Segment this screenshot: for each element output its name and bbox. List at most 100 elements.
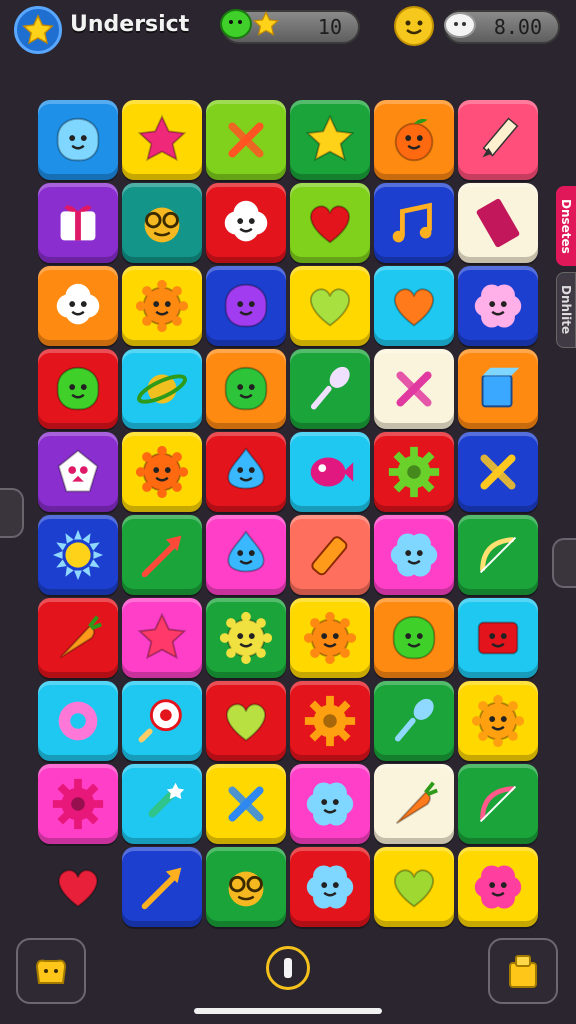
chocolate-bar-icon [476,198,520,248]
board-tile[interactable] [458,847,538,927]
board-tile[interactable] [374,515,454,595]
board-tile[interactable] [206,764,286,844]
board-tile[interactable] [458,100,538,180]
board-tile[interactable] [290,764,370,844]
gift-box-icon [60,205,96,241]
board-tile[interactable] [38,266,118,346]
bow-icon [479,536,517,574]
board-tile[interactable] [290,681,370,761]
board-tile[interactable] [374,598,454,678]
flower-face-icon [474,284,522,328]
board-tile[interactable] [122,764,202,844]
board-tile[interactable] [458,349,538,429]
board-tile[interactable] [290,598,370,678]
board-tile[interactable] [38,432,118,512]
board-tile[interactable] [458,515,538,595]
cloud-face-icon [224,200,268,242]
board-tile[interactable] [458,266,538,346]
bow-icon [479,785,517,823]
crossed-tools-icon [396,371,432,407]
sun-face-icon [135,445,189,499]
board-tile[interactable] [290,349,370,429]
board-tile[interactable] [290,515,370,595]
board-tile[interactable] [38,598,118,678]
level-star-badge[interactable] [14,6,62,54]
right-edge-button[interactable] [552,538,576,588]
star-icon [305,114,355,162]
board-tile[interactable] [122,515,202,595]
board-tile[interactable] [206,847,286,927]
board-tile[interactable] [38,100,118,180]
board-tile[interactable] [122,266,202,346]
board-tile[interactable] [458,432,538,512]
sun-face-icon [135,279,189,333]
lollipop-icon [138,699,182,743]
cube-icon [481,367,520,408]
gem-face-icon [57,449,99,493]
board-tile[interactable] [38,847,118,927]
drop-face-icon [227,447,265,490]
gear-icon [388,446,440,498]
board-tile[interactable] [206,349,286,429]
spoon-icon [394,698,434,742]
board-tile[interactable] [122,183,202,263]
board-tile[interactable] [458,681,538,761]
side-tab-details[interactable]: Dnhlite [556,272,576,348]
board-tile[interactable] [458,598,538,678]
board-tile[interactable] [206,432,286,512]
board-tile[interactable] [290,847,370,927]
board-tile[interactable] [38,183,118,263]
board-tile[interactable] [122,847,202,927]
blob-face-icon [56,117,100,162]
board-tile[interactable] [458,764,538,844]
side-tab-events[interactable]: Dnsetes [556,186,576,266]
drop-face-icon [227,530,265,573]
board-tile[interactable] [374,100,454,180]
gear-icon [52,778,104,830]
board-tile[interactable] [374,183,454,263]
board-tile[interactable] [374,681,454,761]
shop-button[interactable] [16,938,86,1004]
board-tile[interactable] [374,349,454,429]
board-tile[interactable] [290,266,370,346]
board-tile[interactable] [374,432,454,512]
board-tile[interactable] [122,432,202,512]
board-tile[interactable] [374,266,454,346]
donut-icon [58,701,98,741]
board-tile[interactable] [374,847,454,927]
sun-face-icon [219,611,273,665]
board-tile[interactable] [206,266,286,346]
flower-face-icon [390,533,438,577]
arrow-icon [141,867,182,910]
board-tile[interactable] [122,598,202,678]
board-tile[interactable] [38,515,118,595]
carrot-icon [395,781,438,825]
board-tile[interactable] [122,100,202,180]
board-tile[interactable] [374,764,454,844]
board-tile[interactable] [206,598,286,678]
inventory-button[interactable] [488,938,558,1004]
board-tile[interactable] [458,183,538,263]
board-tile[interactable] [38,764,118,844]
left-edge-button[interactable] [0,488,24,538]
board-tile[interactable] [290,432,370,512]
board-tile[interactable] [206,100,286,180]
pause-button[interactable] [266,946,310,990]
star-icon [137,114,187,162]
board-tile[interactable] [122,681,202,761]
smiley-face-icon[interactable] [394,6,434,46]
top-bar: Undersict 10 8.00 [0,0,576,56]
goggles-face-icon [228,871,264,907]
board-tile[interactable] [290,100,370,180]
board-tile[interactable] [206,183,286,263]
sun-face-icon [303,611,357,665]
board-tile[interactable] [122,349,202,429]
board-tile[interactable] [206,515,286,595]
board-tile[interactable] [38,681,118,761]
board-tile[interactable] [206,681,286,761]
planet-icon [137,374,187,404]
carrot-icon [59,615,102,659]
board-tile[interactable] [290,183,370,263]
board-tile[interactable] [38,349,118,429]
yellow-bag-icon [35,959,67,984]
